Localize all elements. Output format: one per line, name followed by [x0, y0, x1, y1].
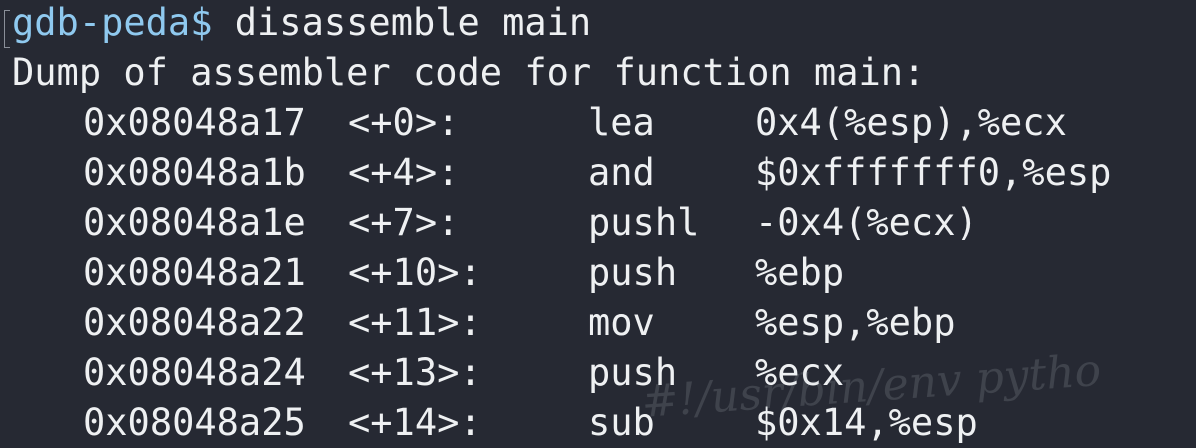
- command-text: disassemble main: [212, 1, 592, 44]
- gdb-prompt: gdb-peda$: [12, 1, 213, 44]
- instruction-mnemonic: lea: [588, 101, 655, 144]
- instruction-address: 0x08048a25: [83, 401, 306, 444]
- instruction-offset: <+14>:: [348, 401, 482, 444]
- instruction-mnemonic: mov: [588, 301, 655, 344]
- instruction-operands: 0x4(%esp),%ecx: [755, 101, 1067, 144]
- instruction-row: 0x08048a25 <+14>: sub $0x14,%esp: [0, 398, 978, 448]
- instruction-offset: <+4>:: [348, 151, 460, 194]
- instruction-row: 0x08048a17 <+0>: lea 0x4(%esp),%ecx: [0, 98, 1067, 148]
- instruction-offset: <+13>:: [348, 351, 482, 394]
- instruction-mnemonic: push: [588, 251, 678, 294]
- instruction-offset: <+0>:: [348, 101, 460, 144]
- instruction-row: 0x08048a24 <+13>: push %ecx: [0, 348, 844, 398]
- instruction-operands: %esp,%ebp: [755, 301, 956, 344]
- instruction-row: 0x08048a1b <+4>: and $0xfffffff0,%esp: [0, 148, 1111, 198]
- instruction-offset: <+7>:: [348, 201, 460, 244]
- instruction-address: 0x08048a24: [83, 351, 306, 394]
- instruction-address: 0x08048a22: [83, 301, 306, 344]
- instruction-mnemonic: and: [588, 151, 655, 194]
- instruction-mnemonic: pushl: [588, 201, 700, 244]
- instruction-operands: $0xfffffff0,%esp: [755, 151, 1112, 194]
- instruction-row: 0x08048a1e <+7>: pushl -0x4(%ecx): [0, 198, 978, 248]
- instruction-address: 0x08048a1e: [83, 201, 306, 244]
- instruction-address: 0x08048a17: [83, 101, 306, 144]
- instruction-offset: <+11>:: [348, 301, 482, 344]
- instruction-address: 0x08048a21: [83, 251, 306, 294]
- command-line: gdb-peda$ disassemble main: [12, 0, 591, 48]
- instruction-operands: %ebp: [755, 251, 845, 294]
- instruction-row: 0x08048a22 <+11>: mov %esp,%ebp: [0, 298, 955, 348]
- instruction-offset: <+10>:: [348, 251, 482, 294]
- dump-header: Dump of assembler code for function main…: [12, 51, 926, 94]
- terminal-window[interactable]: gdb-peda$ disassemble main Dump of assem…: [0, 0, 1196, 448]
- selection-bracket: [4, 10, 10, 48]
- instruction-operands: -0x4(%ecx): [755, 201, 978, 244]
- instruction-row: 0x08048a21 <+10>: push %ebp: [0, 248, 844, 298]
- instruction-address: 0x08048a1b: [83, 151, 306, 194]
